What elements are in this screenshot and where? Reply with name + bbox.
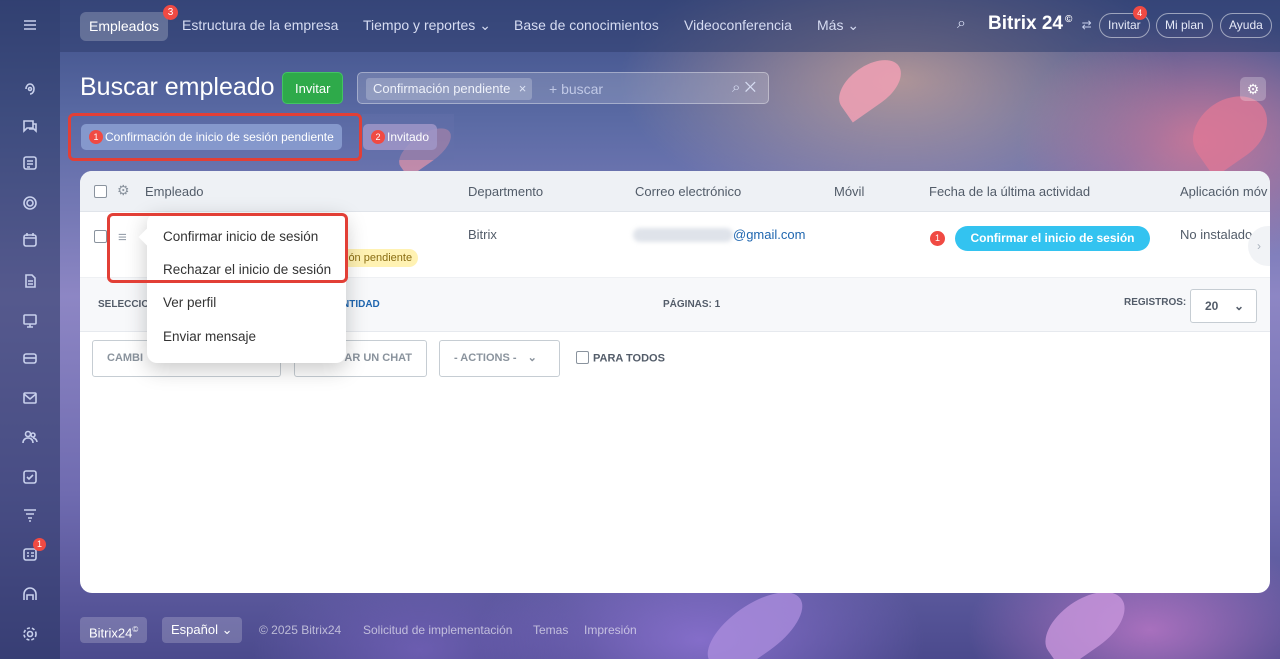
chevron-down-icon: ⌄ bbox=[1233, 299, 1244, 313]
show-quantity-link[interactable]: NTIDAD bbox=[342, 299, 380, 310]
email-link[interactable]: @gmail.com bbox=[733, 227, 805, 242]
for-all-checkbox[interactable] bbox=[576, 351, 589, 364]
nav-tab-more[interactable]: Más ⌄ bbox=[817, 17, 859, 34]
nav-tab-company-structure[interactable]: Estructura de la empresa bbox=[182, 17, 338, 33]
planner-icon[interactable]: 1 bbox=[20, 538, 46, 564]
grid-header: ⚙ Empleado Departmento Correo electrónic… bbox=[80, 171, 1270, 212]
footer-brand[interactable]: Bitrix24© bbox=[80, 617, 148, 643]
nav-tab-employees[interactable]: Empleados 3 bbox=[80, 5, 179, 41]
footer-implementation-link[interactable]: Solicitud de implementación bbox=[363, 623, 512, 637]
chevron-down-icon: ⌄ bbox=[527, 352, 537, 364]
column-employee[interactable]: Empleado bbox=[145, 184, 204, 199]
clear-icon[interactable]: ✕ bbox=[745, 79, 756, 96]
status-badge: ión pendiente bbox=[340, 249, 419, 267]
menu-icon[interactable] bbox=[20, 15, 40, 35]
sites-icon[interactable] bbox=[20, 311, 40, 331]
column-email[interactable]: Correo electrónico bbox=[635, 184, 741, 199]
calendar-icon[interactable] bbox=[20, 230, 40, 250]
footer-copyright: © 2025 Bitrix24 bbox=[259, 623, 342, 637]
swap-icon[interactable]: ⇄ bbox=[1082, 18, 1092, 32]
brand-name: Bitrix 24 bbox=[988, 13, 1063, 34]
confirm-login-button[interactable]: Confirmar el inicio de sesión bbox=[955, 226, 1150, 251]
search-filter-box[interactable]: Confirmación pendiente × + buscar ⌕ ✕ bbox=[357, 72, 769, 104]
highlight-frame bbox=[68, 113, 362, 161]
settings-gear-icon[interactable]: ⚙ bbox=[1240, 77, 1266, 101]
column-settings-icon[interactable]: ⚙ bbox=[117, 182, 130, 199]
selected-count: SELECCIO bbox=[98, 299, 150, 310]
column-mobile-app[interactable]: Aplicación móv bbox=[1180, 184, 1267, 199]
nav-tab-knowledge-base[interactable]: Base de conocimientos bbox=[514, 17, 659, 33]
per-page-value: 20 bbox=[1205, 299, 1219, 313]
invite-button[interactable]: Invitar bbox=[282, 72, 344, 104]
employees-icon[interactable] bbox=[20, 427, 40, 447]
invite-pill-button[interactable]: Invitar 4 bbox=[1099, 6, 1150, 38]
per-page-select[interactable]: 20 ⌄ bbox=[1190, 289, 1257, 323]
select-all-checkbox[interactable] bbox=[94, 185, 107, 198]
crm-icon[interactable] bbox=[20, 193, 40, 213]
search-input[interactable]: + buscar bbox=[549, 81, 603, 97]
activity-badge: 1 bbox=[930, 231, 945, 246]
invite-badge: 4 bbox=[1132, 6, 1147, 20]
mobile-app-cell: No instalado bbox=[1180, 227, 1253, 242]
preset-number: 2 bbox=[371, 130, 385, 144]
automation-icon[interactable] bbox=[20, 584, 40, 604]
invite-pill-label: Invitar bbox=[1108, 18, 1141, 32]
top-navigation: Empleados 3 Estructura de la empresa Tie… bbox=[60, 0, 1280, 52]
records-label: REGISTROS: bbox=[1124, 297, 1187, 308]
settings-gear-icon[interactable] bbox=[20, 624, 40, 644]
language-select[interactable]: Español ⌄ bbox=[162, 617, 242, 643]
footer-print-link[interactable]: Impresión bbox=[584, 623, 637, 637]
chat-icon[interactable] bbox=[20, 116, 40, 136]
for-all-toggle[interactable]: PARA TODOS bbox=[576, 351, 665, 365]
preset-invited[interactable]: 2 Invitado bbox=[363, 124, 438, 150]
left-sidebar: 1 bbox=[0, 0, 60, 659]
brand-logo[interactable]: Bitrix 24 © ⇄ bbox=[988, 13, 1092, 35]
actions-select-label: - ACTIONS - bbox=[454, 352, 517, 364]
nav-tab-label: Empleados bbox=[89, 18, 160, 34]
nav-badge: 3 bbox=[163, 5, 179, 20]
menu-item-send-message[interactable]: Enviar mensaje bbox=[163, 329, 256, 344]
actions-select[interactable]: - ACTIONS - ⌄ bbox=[439, 340, 560, 377]
pages-count: PÁGINAS: 1 bbox=[663, 299, 721, 310]
filter-chip-label: Confirmación pendiente bbox=[373, 81, 511, 96]
document-icon[interactable] bbox=[20, 271, 40, 291]
preset-label: Invitado bbox=[387, 130, 430, 144]
chevron-down-icon: ⌄ bbox=[221, 622, 233, 637]
help-button[interactable]: Ayuda bbox=[1220, 13, 1272, 38]
decorative-petal bbox=[829, 49, 911, 123]
highlight-frame bbox=[107, 213, 348, 283]
filter-funnel-icon[interactable] bbox=[20, 505, 40, 525]
footer-brand-mark: © bbox=[132, 625, 139, 634]
column-department[interactable]: Departmento bbox=[468, 184, 543, 199]
footer-brand-label: Bitrix24 bbox=[89, 625, 133, 641]
planner-badge: 1 bbox=[33, 538, 46, 551]
tasks-list-icon[interactable] bbox=[20, 153, 40, 173]
row-checkbox[interactable] bbox=[94, 230, 107, 243]
search-icon[interactable]: ⌕ bbox=[957, 15, 966, 33]
filter-chip[interactable]: Confirmación pendiente × bbox=[366, 78, 533, 100]
search-actions: ⌕ ✕ bbox=[732, 79, 756, 96]
footer-themes-link[interactable]: Temas bbox=[533, 623, 568, 637]
close-icon[interactable]: × bbox=[519, 78, 527, 100]
brand-mark: © bbox=[1064, 13, 1073, 25]
for-all-label: PARA TODOS bbox=[593, 352, 665, 365]
mail-icon[interactable] bbox=[20, 388, 40, 408]
email-redacted bbox=[633, 228, 733, 242]
nav-tab-videoconference[interactable]: Videoconferencia bbox=[684, 17, 792, 33]
checkbox-tasks-icon[interactable] bbox=[20, 467, 40, 487]
feed-icon[interactable] bbox=[20, 79, 40, 99]
menu-item-view-profile[interactable]: Ver perfil bbox=[163, 295, 216, 310]
store-icon[interactable] bbox=[20, 348, 40, 368]
column-last-activity[interactable]: Fecha de la última actividad bbox=[929, 184, 1090, 199]
department-cell: Bitrix bbox=[468, 227, 497, 242]
column-mobile[interactable]: Móvil bbox=[834, 184, 864, 199]
nav-tab-time-reports[interactable]: Tiempo y reportes ⌄ bbox=[363, 17, 491, 34]
my-plan-button[interactable]: Mi plan bbox=[1156, 13, 1213, 38]
language-label: Español bbox=[171, 622, 218, 637]
search-icon[interactable]: ⌕ bbox=[732, 79, 740, 96]
page-title: Buscar empleado bbox=[80, 73, 275, 101]
